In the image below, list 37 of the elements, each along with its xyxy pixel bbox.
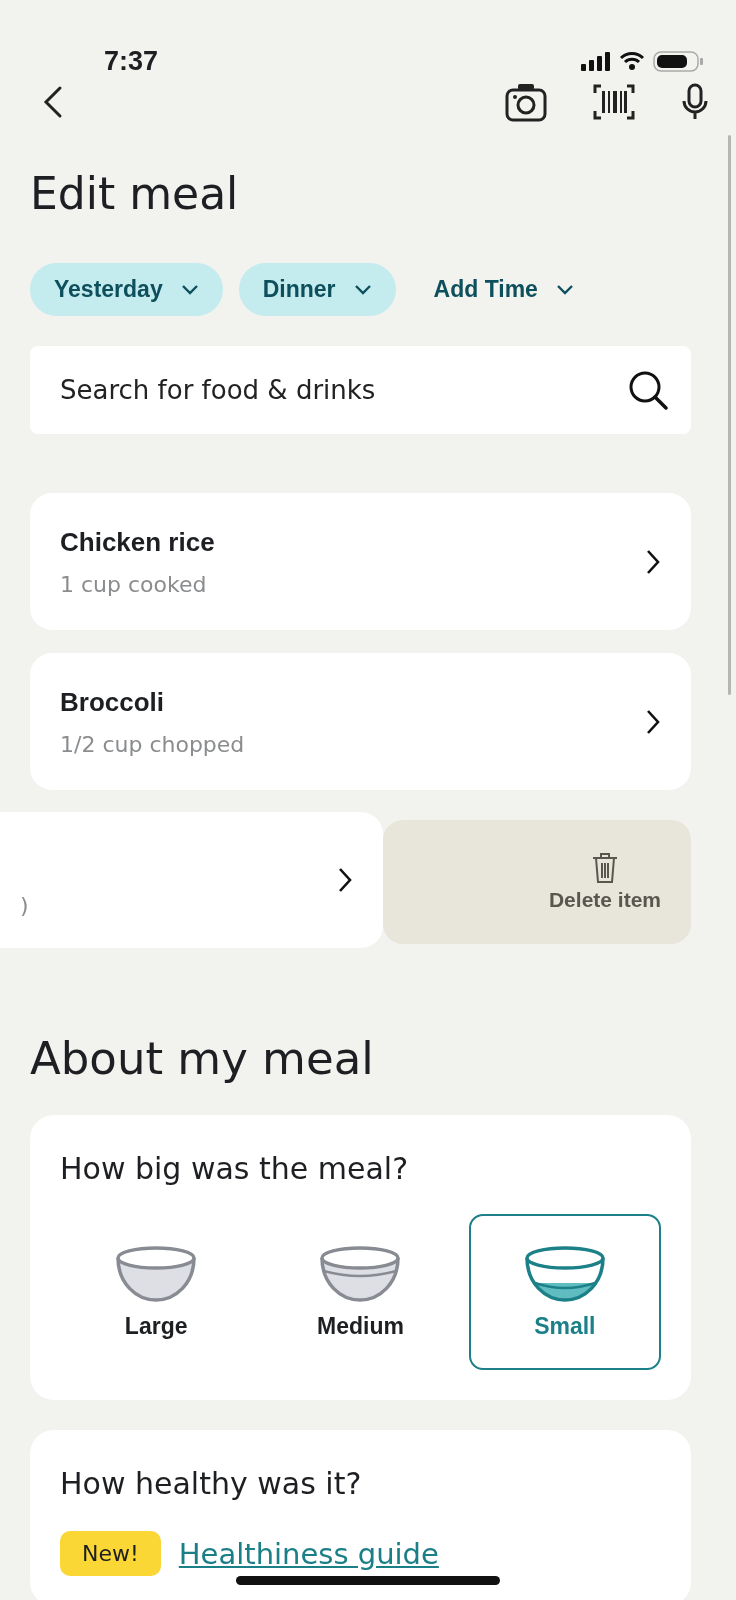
delete-panel[interactable]: Delete item [383, 820, 691, 944]
microphone-icon[interactable] [681, 83, 709, 121]
food-portion: 1/2 cup chopped [60, 731, 245, 757]
question-text: How healthy was it? [60, 1466, 363, 1501]
chevron-down-icon [180, 283, 199, 296]
bowl-icon [114, 1244, 199, 1303]
dropdown-chip[interactable]: Add Time [411, 263, 598, 316]
signal-icon [581, 51, 611, 71]
camera-icon[interactable] [505, 82, 547, 122]
new-badge: New! [60, 1531, 161, 1576]
delete-label: Delete item [548, 888, 661, 912]
status-time: 7:37 [104, 45, 159, 77]
size-option[interactable]: Small [468, 1214, 661, 1370]
battery-icon [653, 50, 703, 72]
chevron-down-icon [353, 283, 372, 296]
back-icon[interactable] [42, 85, 64, 119]
healthiness-guide-link[interactable]: Healthiness guide [178, 1536, 439, 1571]
barcode-icon[interactable] [593, 84, 635, 120]
bowl-icon [318, 1244, 403, 1303]
chevron-down-icon [555, 283, 574, 296]
dropdown-chip[interactable]: Yesterday [30, 263, 223, 316]
bowl-icon [522, 1244, 607, 1303]
food-name: Broccoli [60, 686, 166, 718]
section-title: About my meal [30, 1032, 375, 1085]
question-text: How big was the meal? [60, 1151, 410, 1186]
dropdown-chip[interactable]: Dinner [238, 263, 396, 316]
chevron-right-icon [337, 866, 353, 894]
wifi-icon [619, 51, 645, 71]
food-portion: 1 cup cooked [60, 571, 208, 597]
search-icon[interactable] [627, 369, 669, 411]
food-name: Chicken rice [60, 526, 215, 558]
food-portion: ) [20, 892, 29, 918]
food-item-card[interactable]: Chicken rice 1 cup cooked [30, 493, 691, 630]
page-title: Edit meal [30, 168, 240, 219]
search-field[interactable]: Search for food & drinks [30, 346, 691, 434]
food-item-card[interactable]: Broccoli 1/2 cup chopped [30, 653, 691, 790]
trash-icon[interactable] [591, 852, 619, 884]
